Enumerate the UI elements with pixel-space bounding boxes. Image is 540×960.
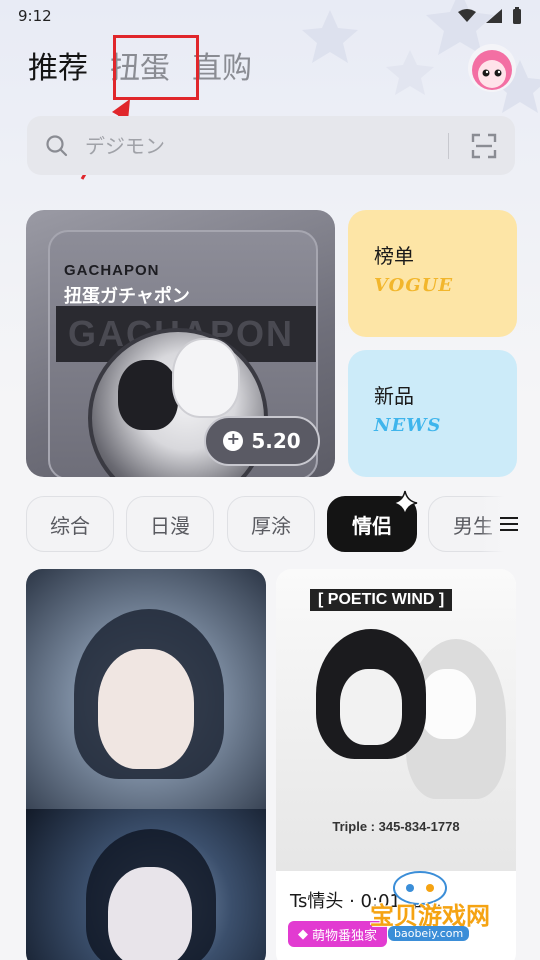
menu-icon[interactable]: [500, 513, 518, 535]
poster-phone-text: Triple : 345-834-1778: [332, 819, 460, 834]
search-bar[interactable]: [27, 116, 515, 175]
poster-text: [ POETIC WIND ]: [310, 589, 453, 611]
coin-icon: [223, 429, 244, 451]
highlight-box: [113, 35, 199, 100]
banner-brand: GACHAPON: [64, 262, 160, 279]
tab-direct-buy[interactable]: 直购: [192, 48, 252, 90]
diamond-icon: ◆: [298, 926, 308, 942]
gachapon-banner[interactable]: GACHAPON GACHAPON 扭蛋ガチャポン 5.20: [26, 210, 335, 477]
price-value: 5.20: [251, 429, 301, 453]
status-bar: 9:12: [0, 0, 540, 32]
new-products-deco: NEWS: [374, 415, 442, 436]
banner-character-dark: [118, 360, 178, 430]
signal-icon: [486, 9, 502, 23]
wifi-icon: [458, 9, 476, 22]
category-impasto[interactable]: 厚涂: [227, 496, 315, 552]
feed-image-top: [26, 569, 266, 809]
new-products-title: 新品: [374, 384, 414, 408]
category-row: 综合 日漫 厚涂 情侣 男生: [26, 496, 540, 552]
feed-image-couple: [ POETIC WIND ] Triple : 345-834-1778: [276, 569, 516, 871]
ranking-card[interactable]: 榜单 VOGUE: [348, 210, 517, 337]
search-divider: [448, 132, 449, 159]
category-menu-area: [480, 496, 540, 552]
banner-subtitle: 扭蛋ガチャポン: [64, 286, 190, 307]
new-products-card[interactable]: 新品 NEWS: [348, 350, 517, 477]
scan-icon[interactable]: [471, 133, 497, 159]
search-icon: [46, 134, 68, 156]
sparkle-icon: [392, 490, 418, 516]
status-time: 9:12: [18, 7, 52, 25]
feed-card-left[interactable]: [26, 569, 266, 960]
feed-image-bottom: [26, 809, 266, 960]
battery-icon: [513, 7, 521, 24]
watermark-url: baobeiy.com: [388, 926, 470, 941]
banner-character-light: [174, 340, 238, 416]
category-general[interactable]: 综合: [26, 496, 114, 552]
search-input[interactable]: [85, 133, 448, 158]
user-avatar[interactable]: [468, 44, 516, 92]
category-manga[interactable]: 日漫: [126, 496, 214, 552]
ranking-title: 榜单: [374, 244, 414, 268]
ranking-deco: VOGUE: [374, 275, 454, 296]
tab-recommend[interactable]: 推荐: [28, 48, 88, 90]
price-pill[interactable]: 5.20: [204, 416, 320, 466]
